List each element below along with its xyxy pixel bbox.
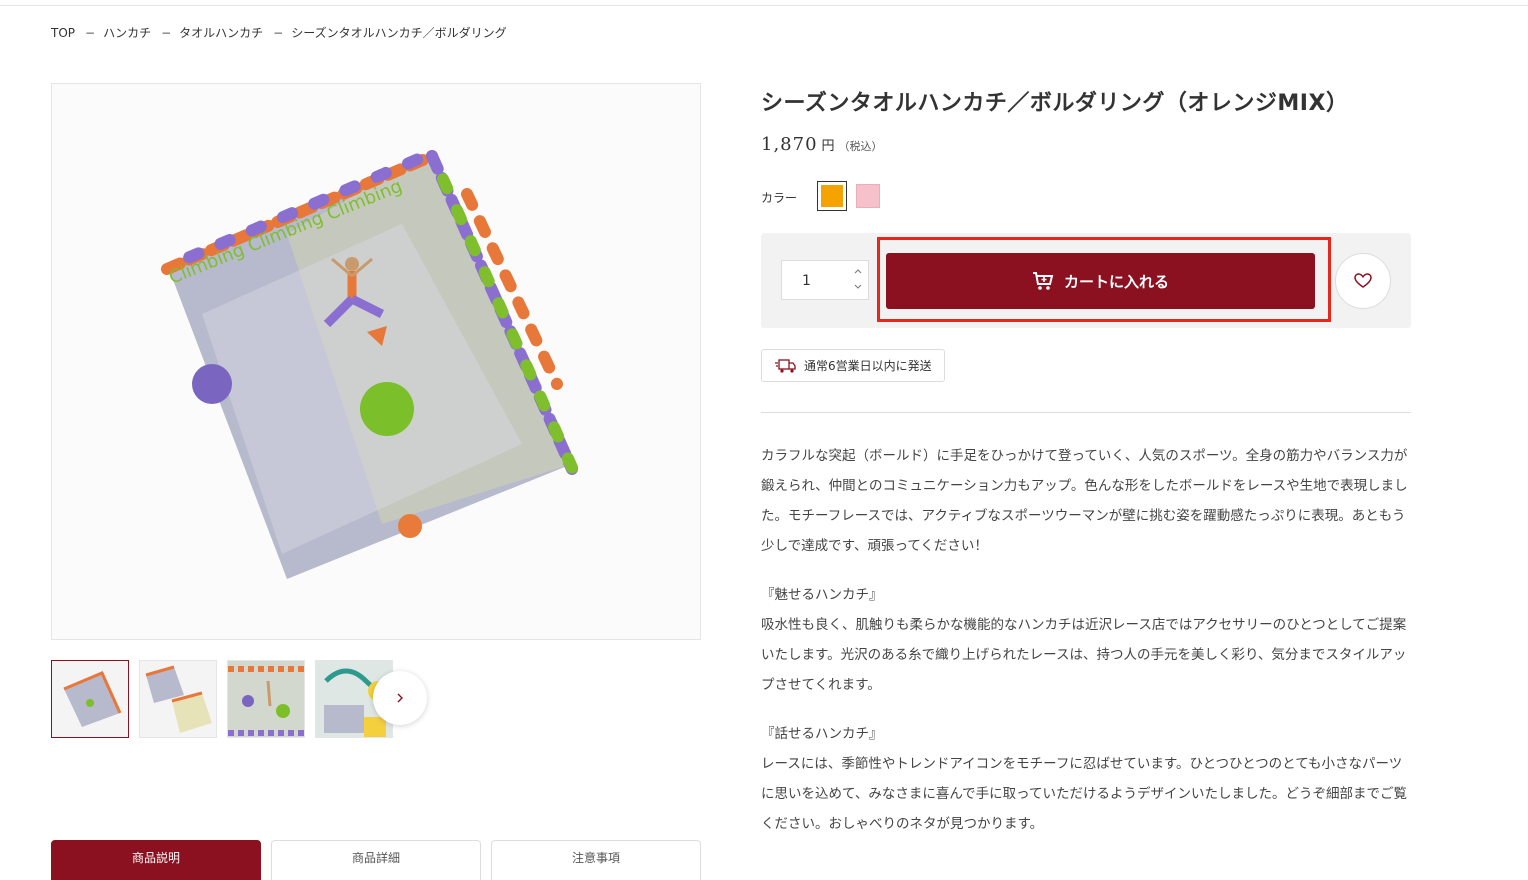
- breadcrumb-separator: −: [273, 25, 284, 40]
- product-title: シーズンタオルハンカチ／ボルダリング（オレンジMIX）: [761, 91, 1349, 116]
- add-to-cart-label: カートに入れる: [1063, 272, 1169, 291]
- description-paragraph-2: 吸水性も良く、肌触りも柔らかな機能的なハンカチは近沢レース店ではアクセサリーのひ…: [761, 617, 1407, 693]
- shipping-badge: 通常6営業日以内に発送: [761, 349, 945, 382]
- color-swatch-orange[interactable]: [817, 181, 847, 211]
- price-currency: 円: [821, 139, 835, 154]
- section-divider: [761, 412, 1411, 413]
- thumbnail-2[interactable]: [139, 660, 217, 738]
- favorite-button[interactable]: [1335, 253, 1391, 309]
- tax-note: （税込）: [838, 140, 883, 153]
- thumbnail-next-button[interactable]: [373, 671, 427, 725]
- cart-icon: [1032, 272, 1054, 290]
- header-divider: [0, 5, 1528, 6]
- price-value: 1,870: [761, 134, 818, 155]
- tab-details[interactable]: 商品詳細: [271, 840, 481, 880]
- breadcrumb-towel-handkerchief[interactable]: タオルハンカチ: [179, 24, 263, 41]
- breadcrumb-top[interactable]: TOP: [51, 26, 75, 40]
- tab-description[interactable]: 商品説明: [51, 840, 261, 880]
- product-main-image[interactable]: Climbing Climbing Climbing: [51, 83, 701, 640]
- product-price: 1,870 円（税込）: [761, 134, 883, 155]
- breadcrumb-current: シーズンタオルハンカチ／ボルダリング: [291, 26, 507, 40]
- color-swatch-pink[interactable]: [856, 184, 880, 208]
- breadcrumb-separator: −: [85, 25, 96, 40]
- thumbnail-1[interactable]: [51, 660, 129, 738]
- product-description: カラフルな突起（ボールド）に手足をひっかけて登っていく、人気のスポーツ。全身の筋…: [761, 441, 1411, 858]
- breadcrumb-handkerchief[interactable]: ハンカチ: [103, 24, 151, 41]
- truck-icon: [775, 358, 796, 373]
- description-paragraph-1: カラフルな突起（ボールド）に手足をひっかけて登っていく、人気のスポーツ。全身の筋…: [761, 448, 1408, 554]
- breadcrumb-separator: −: [161, 25, 172, 40]
- quantity-value[interactable]: 1: [802, 273, 811, 289]
- add-to-cart-button[interactable]: カートに入れる: [886, 253, 1315, 309]
- chevron-up-icon[interactable]: [854, 267, 862, 277]
- breadcrumb: TOP − ハンカチ − タオルハンカチ − シーズンタオルハンカチ／ボルダリン…: [51, 24, 507, 41]
- chevron-right-icon: [397, 693, 403, 703]
- thumbnail-strip: [51, 660, 393, 738]
- description-heading-show: 『魅せるハンカチ』: [761, 587, 883, 603]
- thumbnail-3[interactable]: [227, 660, 305, 738]
- chevron-down-icon[interactable]: [854, 283, 862, 293]
- heart-icon: [1354, 273, 1372, 288]
- quantity-stepper[interactable]: 1: [781, 260, 869, 300]
- swatch-fill: [821, 185, 843, 207]
- description-paragraph-3: レースには、季節性やトレンドアイコンをモチーフに忍ばせています。ひとつひとつのと…: [761, 756, 1407, 832]
- product-tabs: 商品説明 商品詳細 注意事項: [51, 840, 701, 880]
- shipping-text: 通常6営業日以内に発送: [804, 359, 932, 373]
- color-label: カラー: [761, 191, 798, 205]
- tab-notes[interactable]: 注意事項: [491, 840, 701, 880]
- description-heading-talk: 『話せるハンカチ』: [761, 726, 883, 742]
